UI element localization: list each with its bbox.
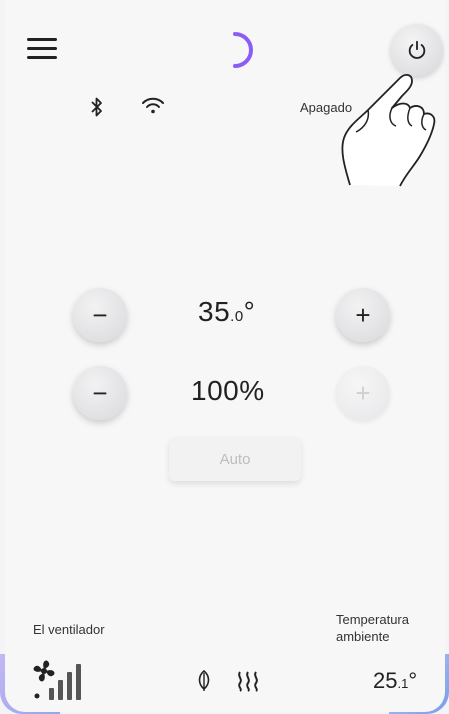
power-icon bbox=[408, 40, 426, 59]
minus-icon: − bbox=[92, 299, 108, 330]
pointing-hand-icon bbox=[341, 74, 436, 187]
bluetooth-icon bbox=[91, 97, 102, 117]
wifi-icon bbox=[142, 97, 164, 114]
leaf-icon bbox=[198, 670, 210, 691]
temperature-setpoint-value: 35.0° bbox=[198, 296, 256, 327]
plus-icon: + bbox=[355, 377, 371, 408]
temperature-decrease-button[interactable]: − bbox=[73, 288, 127, 342]
fan-speed-value: 100% bbox=[191, 375, 265, 406]
ambient-temperature-value: 25.1° bbox=[373, 668, 418, 693]
fan-speed-increase-button[interactable]: + bbox=[336, 366, 390, 420]
plus-icon: + bbox=[355, 299, 371, 330]
fan-speed-decrease-button[interactable]: − bbox=[73, 366, 127, 420]
temperature-increase-button[interactable]: + bbox=[336, 288, 390, 342]
hamburger-menu-icon[interactable] bbox=[27, 38, 61, 62]
ambient-temperature-label: Temperatura ambiente bbox=[336, 612, 409, 644]
auto-button[interactable]: Auto bbox=[169, 437, 301, 481]
app-screen: Apagado − 35.0° + − 100% + Auto El venti… bbox=[5, 0, 445, 712]
minus-icon: − bbox=[92, 377, 108, 408]
loading-spinner-icon bbox=[233, 32, 253, 68]
heat-waves-icon bbox=[238, 671, 258, 692]
fan-speed-icon[interactable] bbox=[31, 658, 93, 702]
fan-label: El ventilador bbox=[33, 622, 105, 637]
